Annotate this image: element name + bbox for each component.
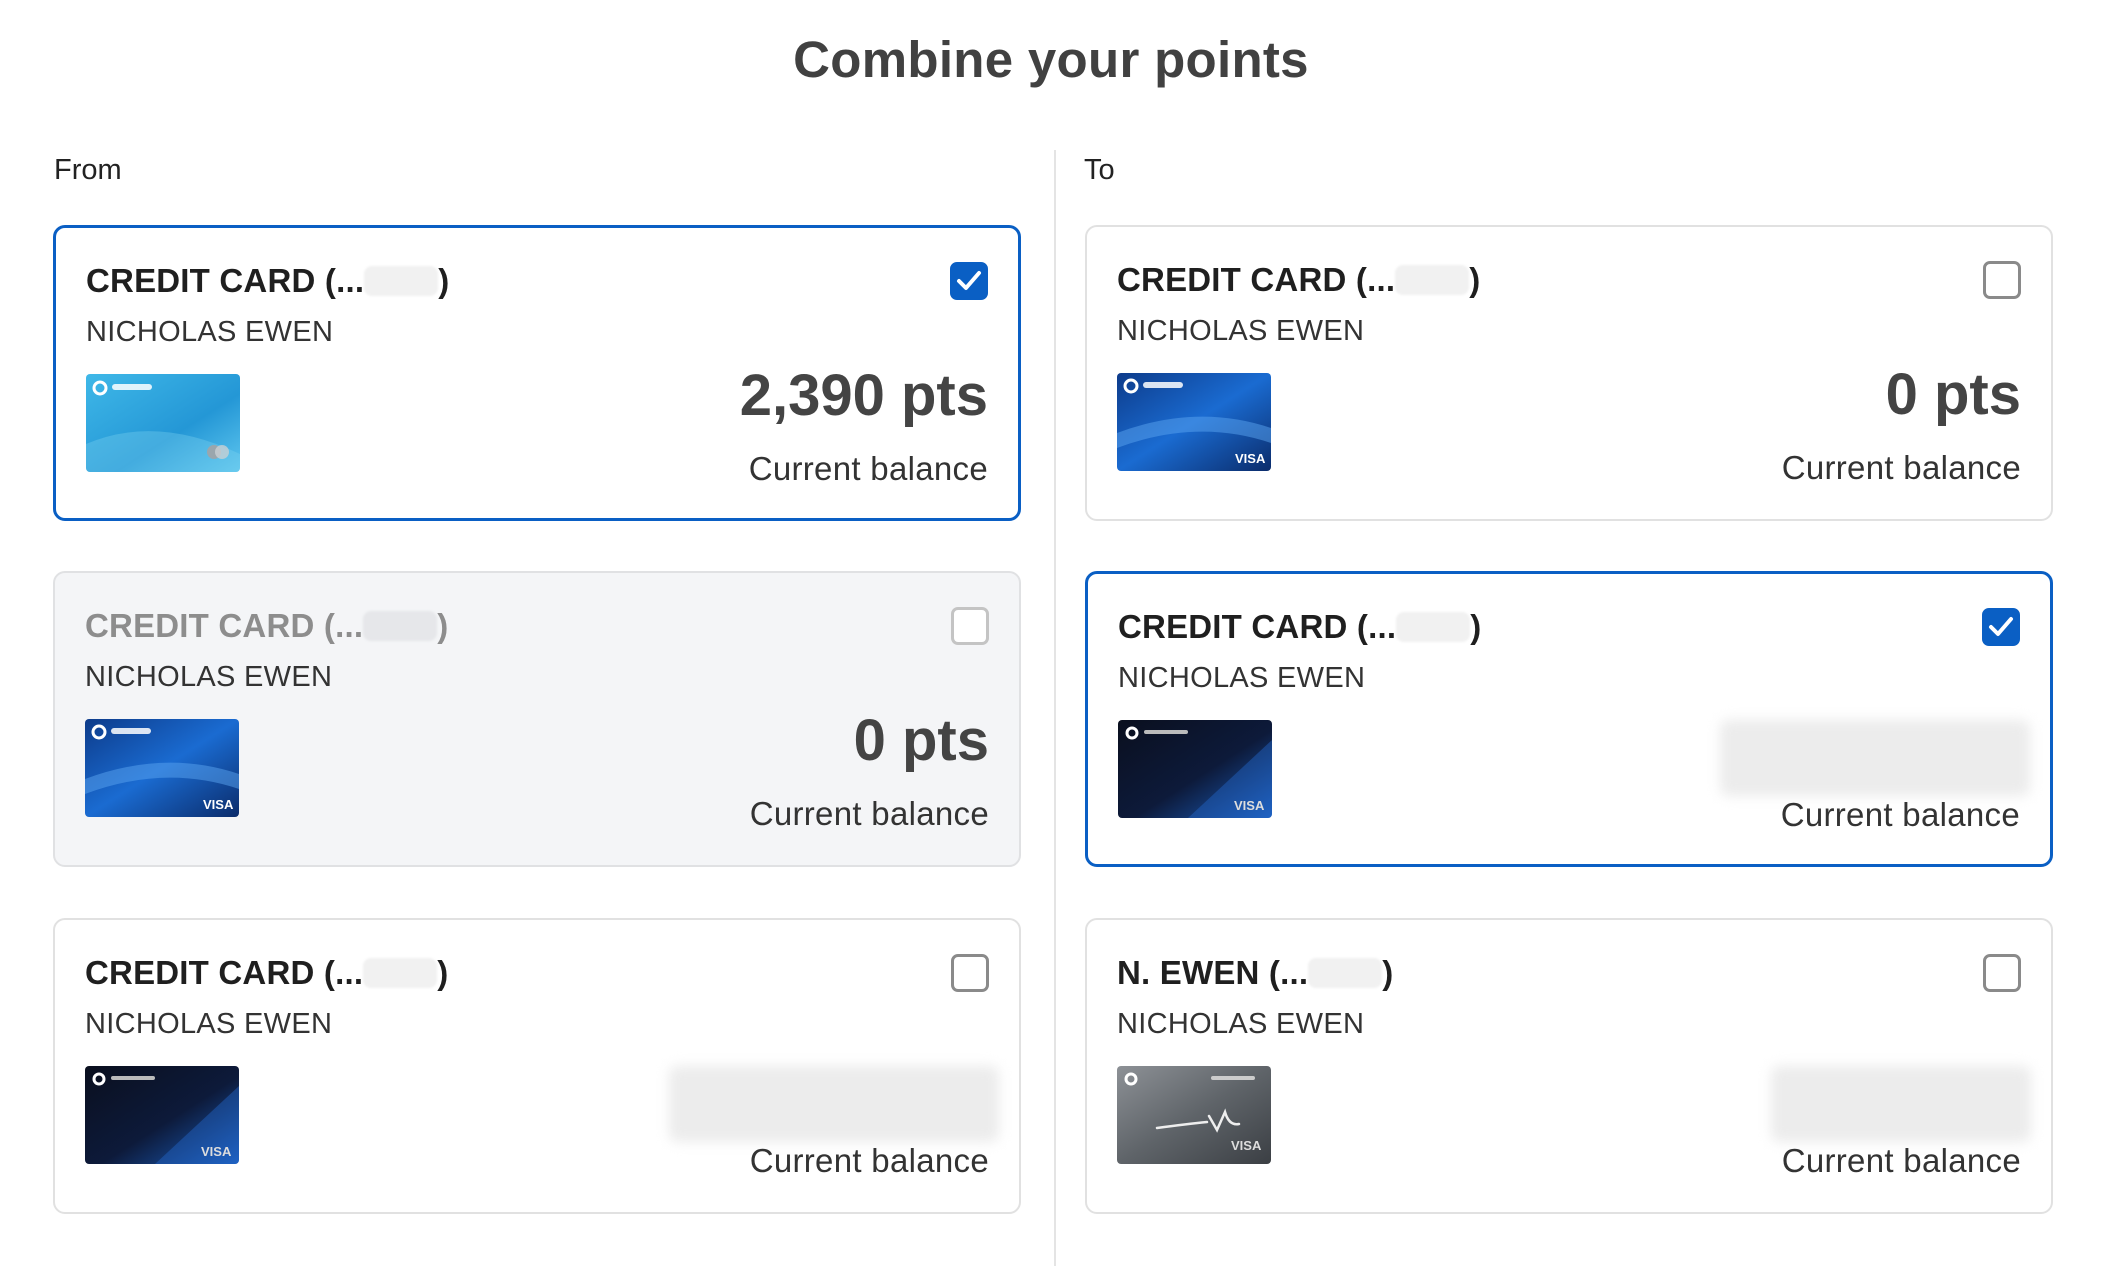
to-card-3[interactable]: N. EWEN (...) NICHOLAS EWEN VISA Current… (1085, 918, 2053, 1214)
redacted-number (1395, 265, 1470, 295)
card-name: CREDIT CARD (...) (1117, 261, 1481, 298)
svg-text:VISA: VISA (201, 1144, 232, 1159)
card-name: N. EWEN (...) (1117, 954, 1394, 991)
svg-text:VISA: VISA (1231, 1138, 1262, 1153)
card-art-freedom-unlimited: VISA (1117, 373, 1271, 471)
points-balance: 2,390 pts (739, 363, 988, 428)
card-holder: NICHOLAS EWEN (1118, 662, 1366, 694)
svg-text:VISA: VISA (1235, 451, 1266, 466)
current-balance-label: Current balance (749, 1142, 989, 1179)
card-art-freedom-flex (86, 374, 240, 472)
select-checkbox[interactable] (1983, 261, 2021, 299)
to-column-label: To (1084, 154, 1115, 186)
points-balance: 0 pts (1885, 362, 2021, 427)
select-checkbox[interactable] (951, 954, 989, 992)
card-holder: NICHOLAS EWEN (1117, 315, 1365, 347)
redacted-number (1396, 612, 1471, 642)
card-holder: NICHOLAS EWEN (1117, 1008, 1365, 1040)
current-balance-label: Current balance (1781, 1142, 2021, 1179)
select-checkbox[interactable] (1982, 608, 2020, 646)
card-holder: NICHOLAS EWEN (86, 316, 334, 348)
current-balance-label: Current balance (748, 450, 988, 487)
card-art-sapphire: VISA (85, 1066, 239, 1164)
card-name: CREDIT CARD (...) (1118, 608, 1482, 645)
to-card-1[interactable]: CREDIT CARD (...) NICHOLAS EWEN VISA 0 p… (1085, 225, 2053, 521)
from-card-1[interactable]: CREDIT CARD (...) NICHOLAS EWEN 2,390 pt… (53, 225, 1021, 521)
card-name: CREDIT CARD (...) (85, 954, 449, 991)
points-balance-redacted (1720, 720, 2030, 796)
from-card-3[interactable]: CREDIT CARD (...) NICHOLAS EWEN VISA Cur… (53, 918, 1021, 1214)
points-balance-redacted (1771, 1066, 2031, 1142)
card-art-sapphire: VISA (1118, 720, 1272, 818)
card-art-freedom-unlimited: VISA (85, 719, 239, 817)
redacted-number (1308, 958, 1383, 988)
svg-text:VISA: VISA (203, 797, 234, 812)
to-card-2[interactable]: CREDIT CARD (...) NICHOLAS EWEN VISA Cur… (1085, 571, 2053, 867)
select-checkbox[interactable] (950, 262, 988, 300)
card-name: CREDIT CARD (...) (85, 607, 449, 644)
current-balance-label: Current balance (1781, 449, 2021, 486)
card-holder: NICHOLAS EWEN (85, 1008, 333, 1040)
column-divider (1054, 150, 1056, 1266)
card-art-ink-business: VISA (1117, 1066, 1271, 1164)
select-checkbox[interactable] (1983, 954, 2021, 992)
card-holder: NICHOLAS EWEN (85, 661, 333, 693)
svg-text:VISA: VISA (1234, 798, 1265, 813)
checkmark-icon (957, 271, 981, 290)
current-balance-label: Current balance (1780, 796, 2020, 833)
page-title: Combine your points (793, 31, 1309, 88)
from-card-2: CREDIT CARD (...) NICHOLAS EWEN VISA 0 p… (53, 571, 1021, 867)
redacted-number (364, 266, 439, 296)
redacted-number (363, 611, 438, 641)
checkmark-icon (1989, 617, 2013, 636)
from-column-label: From (54, 154, 122, 186)
redacted-number (363, 958, 438, 988)
points-balance-redacted (669, 1066, 999, 1142)
select-checkbox (951, 607, 989, 645)
card-name: CREDIT CARD (...) (86, 262, 450, 299)
current-balance-label: Current balance (749, 795, 989, 832)
points-balance: 0 pts (853, 708, 989, 773)
